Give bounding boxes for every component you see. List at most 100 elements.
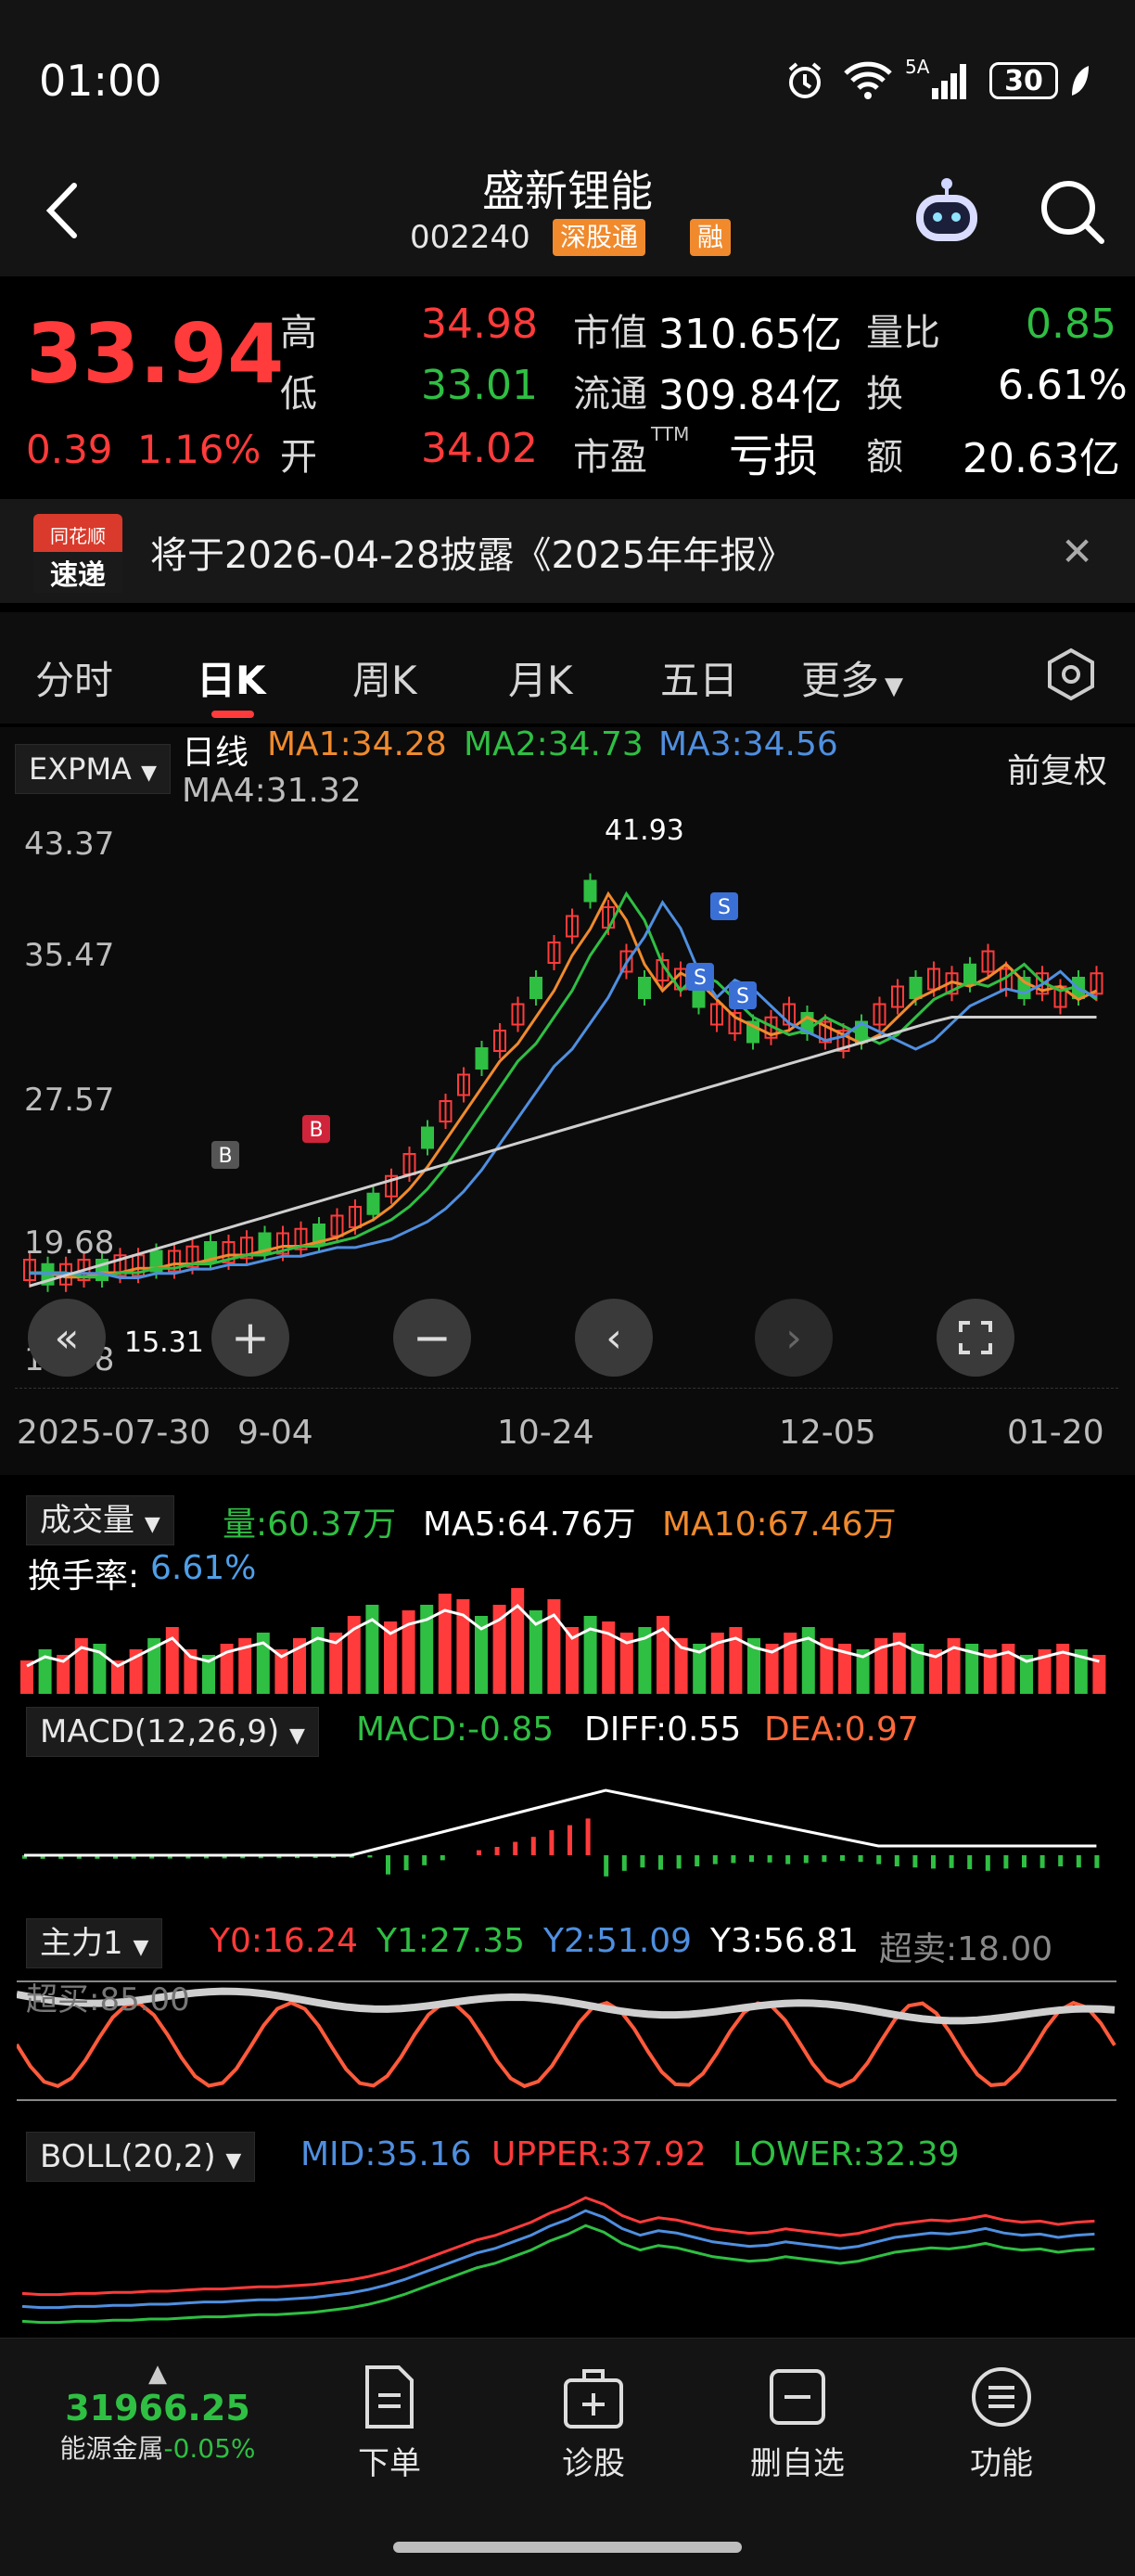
max-price-label: 41.93 [605,814,684,847]
order-button[interactable]: 下单 [315,2364,464,2483]
tab-intraday[interactable]: 分时 [35,649,113,706]
vol-ratio-value: 0.85 [1026,301,1116,348]
macd-bar [876,1855,882,1865]
macd-bar [621,1855,627,1871]
stock-code: 002240 [410,219,530,256]
chart-settings-button[interactable] [1042,646,1100,703]
index-change: -0.05% [163,2433,256,2464]
tab-daily[interactable]: 日K [197,649,266,706]
close-icon[interactable]: ✕ [1061,529,1093,574]
medical-kit-icon [564,2369,623,2429]
y3-value: Y3:56.81 [710,1922,860,1960]
min-price-label: 15.31 [124,1326,204,1359]
tab-more-label: 更多 [801,658,880,703]
chevron-right-icon: › [785,1314,802,1362]
macd-bar [912,1855,918,1868]
macd-bar [658,1855,663,1870]
amount-label: 额 [866,436,903,479]
macd-bar [894,1855,899,1866]
tab-monthly[interactable]: 月K [508,649,573,706]
macd-chart[interactable] [17,1762,1116,1902]
macd-bar [731,1855,736,1864]
news-text: 将于2026-04-28披露《2025年年报》 [150,534,795,577]
robot-icon [916,178,977,241]
macd-bar [585,1818,591,1855]
macd-bar [785,1855,791,1865]
volume-ma5: MA5:64.76万 [423,1506,636,1544]
pe-label: 市盈 [573,436,647,479]
mktcap-label: 市值 [573,312,647,354]
high-value: 34.98 [421,301,538,348]
zoom-in-button[interactable]: + [211,1299,289,1377]
kline-candle [475,1047,489,1070]
macd-bar [440,1855,445,1861]
y0-value: Y0:16.24 [210,1922,359,1960]
oversold-value: 超卖:18.00 [879,1930,1053,1968]
remove-watchlist-label: 删自选 [750,2445,845,2482]
boll-mid: MID:35.16 [300,2135,472,2173]
tab-more[interactable]: 更多 ▼ [801,649,903,706]
volume-select-label: 成交量 [40,1502,134,1539]
macd-select[interactable]: MACD(12,26,9) ▼ [26,1707,319,1757]
boll-select-label: BOLL(20,2) [40,2138,216,2175]
tab-five-day[interactable]: 五日 [660,649,738,706]
float-value: 309.84亿 [658,372,842,419]
turnover-value: 6.61% [998,362,1128,409]
macd-bar [822,1855,827,1863]
ma4-value: MA4:31.32 [182,772,362,810]
scroll-left-button[interactable]: « [28,1299,106,1377]
diagnose-button[interactable]: 诊股 [519,2364,668,2483]
boll-band-line [21,2196,1095,2297]
macd-svg [22,1788,1100,1877]
macd-bar [967,1855,973,1869]
robot-assistant-button[interactable] [907,173,987,252]
prev-button[interactable]: ‹ [575,1299,653,1377]
macd-bar [931,1855,936,1869]
remove-watchlist-button[interactable]: 删自选 [723,2364,872,2483]
index-ticker[interactable]: ▲ 31966.25 能源金属-0.05% [37,2360,278,2466]
search-button[interactable] [1037,176,1109,249]
index-name: 能源金属 [59,2433,164,2464]
macd-bar [1076,1855,1081,1868]
kline-candle [638,977,651,999]
x-tick-3: 12-05 [779,1414,876,1452]
x-tick-4: 01-20 [1007,1414,1104,1452]
macd-bar [1003,1855,1009,1869]
minus-icon: − [413,1311,452,1365]
fullscreen-button[interactable] [937,1299,1014,1377]
next-button[interactable]: › [755,1299,833,1377]
volume-chart[interactable] [17,1558,1116,1694]
chevron-left-icon: ‹ [606,1314,622,1362]
kline-ma-line [30,900,1098,1279]
macd-bar [985,1855,990,1871]
ma2-value: MA2:34.73 [464,725,644,763]
tab-weekly[interactable]: 周K [352,649,417,706]
menu-circle-icon [972,2367,1031,2427]
zhuli-select[interactable]: 主力1 ▼ [26,1918,163,1968]
y1-value: Y1:27.35 [376,1922,526,1960]
boll-select[interactable]: BOLL(20,2) ▼ [26,2132,256,2182]
fullscreen-icon [959,1321,992,1354]
boll-chart[interactable] [17,2180,1116,2328]
document-icon [365,2365,414,2429]
macd-bar [477,1850,481,1855]
main-indicator-select[interactable]: EXPMA ▼ [15,744,172,794]
news-logo-bottom: 速递 [33,552,122,593]
diff-value: DIFF:0.55 [584,1711,742,1749]
adjust-mode[interactable]: 前复权 [1007,744,1107,792]
boll-band-line [21,2209,1095,2310]
battery-icon: 30 [985,59,1063,102]
boll-svg [21,2196,1095,2325]
price-change-pct: 1.16% [137,427,261,472]
macd-bar [530,1837,536,1855]
zhuli-select-label: 主力1 [40,1925,123,1962]
macd-bar [568,1825,572,1855]
kline-ma-line [30,891,1098,1279]
open-value: 34.02 [421,425,538,472]
functions-button[interactable]: 功能 [927,2364,1076,2483]
volume-select[interactable]: 成交量 ▼ [26,1495,174,1545]
zoom-out-button[interactable]: − [393,1299,471,1377]
y-tick-0: 43.37 [24,826,115,863]
order-label: 下单 [358,2445,421,2482]
vol-ratio-label: 量比 [866,312,940,354]
